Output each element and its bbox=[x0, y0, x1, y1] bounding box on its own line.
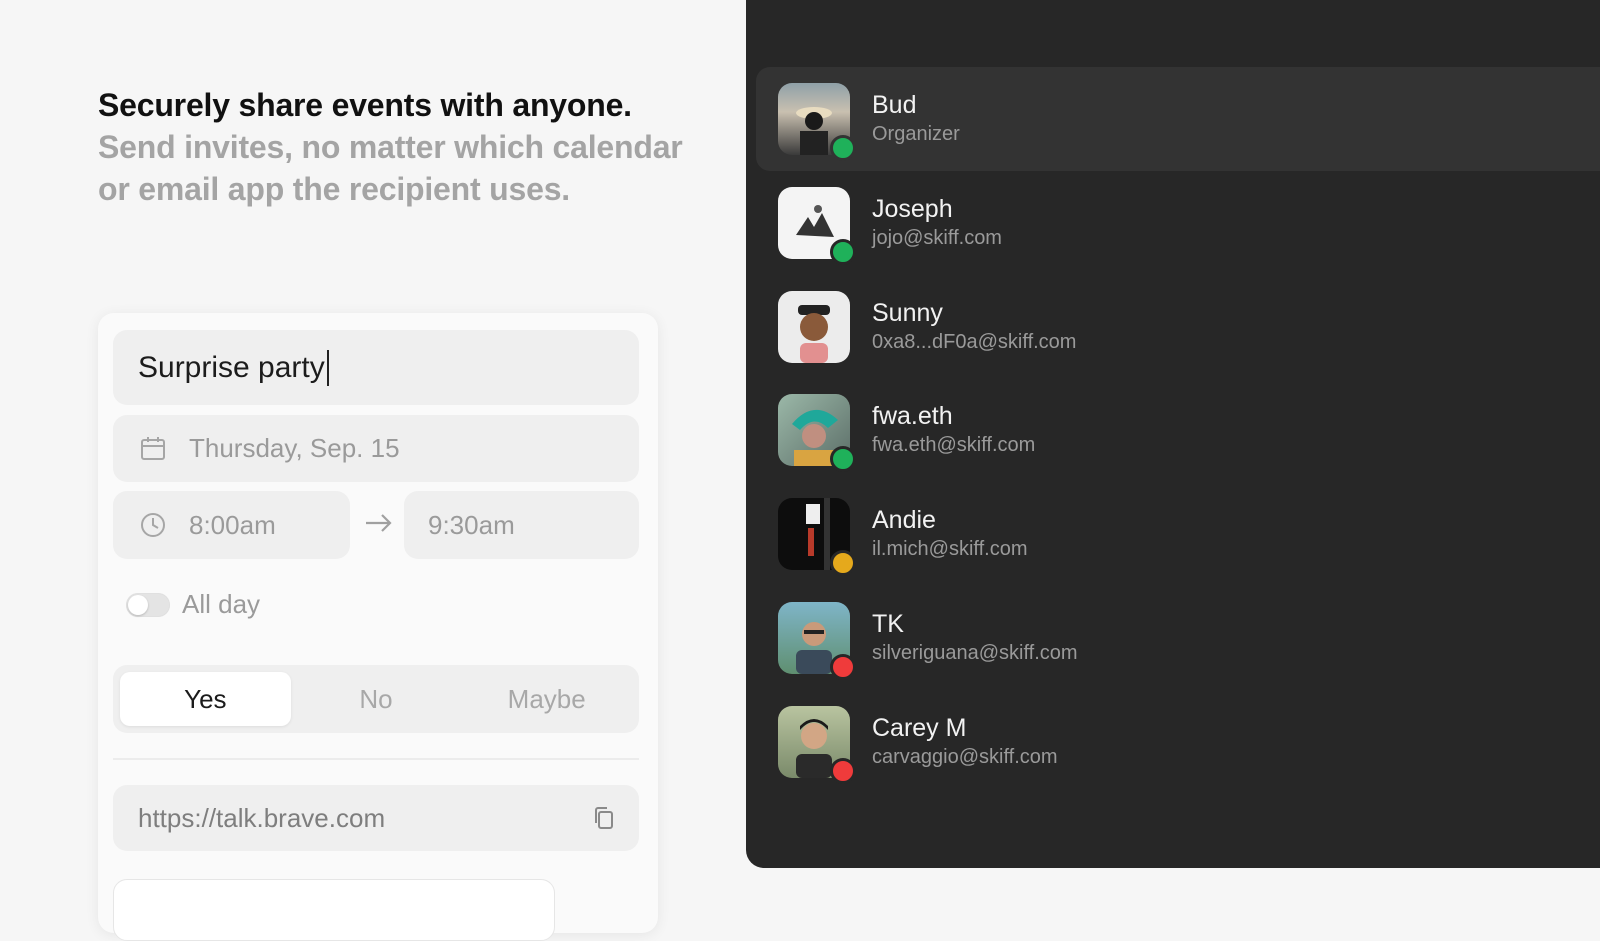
rsvp-segmented-control: Yes No Maybe bbox=[113, 665, 639, 733]
status-dot bbox=[830, 446, 856, 472]
attendee-row[interactable]: TK silveriguana@skiff.com bbox=[756, 586, 1600, 690]
status-dot bbox=[830, 135, 856, 161]
rsvp-maybe-option[interactable]: Maybe bbox=[461, 672, 632, 726]
copy-icon[interactable] bbox=[591, 805, 617, 831]
status-dot bbox=[830, 550, 856, 576]
attendee-detail: 0xa8...dF0a@skiff.com bbox=[872, 331, 1077, 353]
all-day-row: All day bbox=[126, 589, 260, 620]
end-time-field[interactable]: 9:30am bbox=[404, 491, 639, 559]
status-dot bbox=[830, 758, 856, 784]
meeting-url-value: https://talk.brave.com bbox=[138, 802, 386, 833]
attendee-row[interactable]: Carey M carvaggio@skiff.com bbox=[756, 690, 1600, 794]
text-caret bbox=[326, 349, 329, 386]
attendee-detail: jojo@skiff.com bbox=[872, 227, 1002, 249]
calendar-icon bbox=[139, 435, 167, 463]
attendee-detail: il.mich@skiff.com bbox=[872, 538, 1028, 560]
attendee-detail: carvaggio@skiff.com bbox=[872, 746, 1058, 768]
attendee-name: Joseph bbox=[872, 195, 953, 223]
attendee-row[interactable]: Sunny 0xa8...dF0a@skiff.com bbox=[756, 275, 1600, 379]
start-time-value: 8:00am bbox=[189, 509, 276, 540]
hero-subhead: Send invites, no matter which calendar o… bbox=[98, 129, 683, 207]
all-day-toggle[interactable] bbox=[126, 592, 170, 617]
attendee-name: fwa.eth bbox=[872, 402, 953, 430]
end-time-value: 9:30am bbox=[428, 509, 515, 540]
status-dot bbox=[830, 239, 856, 265]
hero-headline: Securely share events with anyone. bbox=[98, 87, 632, 123]
all-day-label: All day bbox=[182, 589, 261, 619]
rsvp-no-option[interactable]: No bbox=[291, 672, 462, 726]
avatar bbox=[778, 187, 856, 265]
event-card: Surprise party Thursday, Sep. 15 8:00am bbox=[98, 313, 658, 941]
avatar bbox=[778, 291, 850, 363]
attendee-detail: fwa.eth@skiff.com bbox=[872, 434, 1036, 456]
arrow-right-icon bbox=[358, 503, 398, 543]
attendee-row[interactable]: Bud Organizer bbox=[756, 67, 1600, 171]
avatar bbox=[778, 498, 856, 576]
clock-icon bbox=[139, 511, 167, 539]
avatar bbox=[778, 394, 856, 472]
start-time-field[interactable]: 8:00am bbox=[113, 491, 350, 559]
attendee-detail: Organizer bbox=[872, 123, 960, 145]
attendee-name: Andie bbox=[872, 506, 936, 534]
avatar bbox=[778, 602, 856, 680]
event-date-value: Thursday, Sep. 15 bbox=[189, 433, 400, 463]
next-field-partial[interactable] bbox=[113, 879, 555, 941]
hero-text: Securely share events with anyone. Send … bbox=[98, 84, 698, 210]
event-date-field[interactable]: Thursday, Sep. 15 bbox=[113, 415, 639, 482]
event-title-input[interactable]: Surprise party bbox=[113, 330, 639, 405]
avatar bbox=[778, 83, 856, 161]
toggle-knob bbox=[128, 594, 148, 615]
event-title-value: Surprise party bbox=[138, 350, 325, 384]
rsvp-yes-option[interactable]: Yes bbox=[120, 672, 291, 726]
meeting-url-field[interactable]: https://talk.brave.com bbox=[113, 785, 639, 851]
attendee-row[interactable]: Andie il.mich@skiff.com bbox=[756, 482, 1600, 586]
divider bbox=[113, 758, 639, 760]
attendee-detail: silveriguana@skiff.com bbox=[872, 642, 1078, 664]
attendee-name: Carey M bbox=[872, 714, 967, 742]
avatar bbox=[778, 706, 856, 784]
attendee-name: Sunny bbox=[872, 299, 943, 327]
attendee-row[interactable]: Joseph jojo@skiff.com bbox=[756, 171, 1600, 275]
attendee-name: TK bbox=[872, 610, 904, 638]
status-dot bbox=[830, 654, 856, 680]
attendee-name: Bud bbox=[872, 91, 917, 119]
attendee-row[interactable]: fwa.eth fwa.eth@skiff.com bbox=[756, 378, 1600, 482]
